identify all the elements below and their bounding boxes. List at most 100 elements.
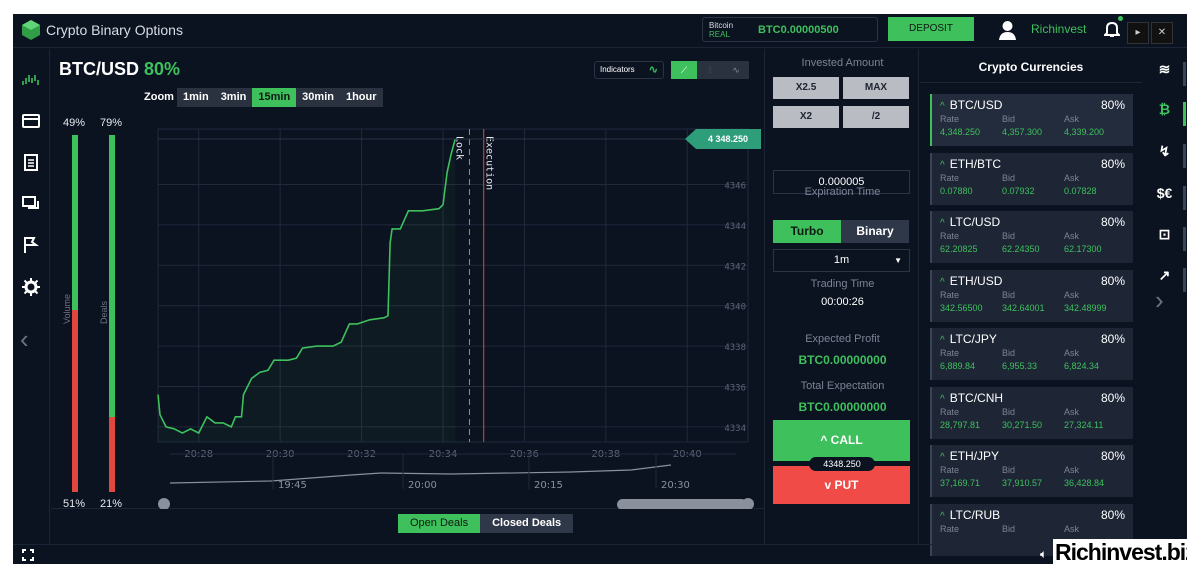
y-tick-label: 4342 [724,262,746,272]
market-card[interactable]: ^ LTC/USD 80% Rate Bid Ask 62.20825 62.24… [930,211,1133,263]
market-card[interactable]: ^ LTC/JPY 80% Rate Bid Ask 6,889.84 6,955… [930,328,1133,380]
rate-value: 28,797.81 [940,419,981,430]
trading-time-label: Trading Time [810,278,875,290]
layers-icon[interactable]: ≋ [1142,61,1187,78]
multiply-2-button[interactable]: X2 [773,106,839,128]
chart-area: BTC/USD 80% Indicators ∿ ⟋ ⫶ ∿ Zoom 1min 3… [51,49,764,510]
speaker-icon[interactable]: 🔈︎ [1040,547,1047,562]
rate-header: Rate [940,231,960,241]
rate-header: Rate [940,348,960,358]
ask-value: 4,339.200 [1064,127,1105,137]
market-name: ^ BTC/CNH [940,390,1004,405]
scroll-left-button[interactable] [158,498,170,509]
currency-icon[interactable]: $€ [1142,185,1187,201]
market-card[interactable]: ^ ETH/USD 80% Rate Bid Ask 342.56500 342.… [930,269,1133,322]
market-card[interactable]: ^ BTC/CNH 80% Rate Bid Ask 28,797.81 30,2… [930,386,1133,439]
bid-header: Bid [1002,172,1016,183]
bid-value: 342.64001 [1002,302,1045,313]
commodity-icon[interactable]: ⊡ [1142,226,1187,243]
bitcoin-icon[interactable]: ₿ [1142,101,1187,117]
chat-icon[interactable] [21,194,41,214]
market-card[interactable]: ^ ETH/JPY 80% Rate Bid Ask 37,169.71 37,9… [930,445,1133,497]
bell-icon[interactable] [1104,20,1120,38]
price-chart[interactable]: 433443364338434043424344434620:28 20:30 20… [51,49,764,509]
clipboard-icon[interactable] [21,152,41,172]
user-icon[interactable] [999,20,1016,40]
scroll-indicator [1183,186,1186,210]
bid-value: 6,955.33 [1002,361,1038,371]
navigator-label: 20:00 [408,480,437,491]
chevron-up-icon: ^ [940,452,945,463]
logo-icon [22,20,40,40]
market-card[interactable]: ^ BTC/USD 80% Rate Bid Ask 4,348.250 4,35… [930,94,1133,146]
ask-value: 62.17300 [1064,244,1102,254]
balance-currency: Bitcoin [709,21,734,30]
chevron-right-icon[interactable]: › [1155,285,1164,316]
play-icon[interactable]: ▸ [1127,22,1149,44]
fullscreen-icon[interactable] [22,549,34,561]
market-name: ^ LTC/USD [940,215,1001,229]
balance-box[interactable]: Bitcoin REAL BTC0.00000500 [702,17,878,42]
y-tick-label: 4340 [724,303,746,313]
rate-value: 4,348.250 [940,127,981,137]
bid-header: Bid [1002,348,1016,358]
close-icon[interactable]: ✕ [1151,22,1173,44]
navigator-scrollbar[interactable] [617,499,747,509]
execution-label: Execution [484,136,495,190]
expected-profit-label: Expected Profit [805,333,880,345]
trading-time-value: 00:00:26 [821,296,864,308]
max-button[interactable]: MAX [843,77,909,99]
rate-header: Rate [940,465,960,475]
wallet-icon[interactable] [21,111,41,131]
bid-value: 30,271.50 [1002,419,1043,430]
binary-tab[interactable]: Binary [841,220,909,243]
put-button[interactable]: v PUT [773,466,910,504]
chevron-left-icon[interactable]: ‹ [20,324,29,355]
multiply-2.5-button[interactable]: X2.5 [773,77,839,99]
trade-panel: Invested Amount X2.5 MAX X2 /2 0.000005 … [764,49,919,544]
expected-profit-value: BTC0.00000000 [798,353,887,367]
divide-2-button[interactable]: /2 [843,106,909,128]
balance-account-label: Bitcoin REAL [709,21,733,39]
market-payout: 80% [1100,215,1125,229]
bid-value: 0.07932 [1002,185,1035,196]
expiry-select[interactable]: 1m ▼ [773,249,910,272]
current-price-pill: 4348.250 [809,457,875,471]
bid-header: Bid [1002,289,1016,300]
ask-header: Ask [1064,465,1080,475]
username[interactable]: Richinvest [1031,22,1086,36]
balance-mode: REAL [709,30,730,39]
flag-icon[interactable] [21,235,41,255]
rate-header: Rate [940,114,960,124]
market-payout: 80% [1100,332,1125,346]
stocks-icon[interactable]: ↗ [1142,267,1187,284]
trading-chart-icon[interactable] [21,71,41,91]
divider [920,82,1142,83]
watermark: Richinvest.biz [1053,539,1187,564]
notification-dot [1118,16,1123,21]
ask-header: Ask [1064,231,1080,241]
chevron-up-icon: ^ [940,393,945,405]
bid-header: Bid [1002,114,1016,124]
gear-icon[interactable] [21,277,41,297]
markets-panel: Crypto Currencies ^ BTC/USD 80% Rate Bid … [920,49,1142,556]
chevron-up-icon: ^ [940,276,945,288]
bid-header: Bid [1002,231,1016,241]
market-card[interactable]: ^ ETH/BTC 80% Rate Bid Ask 0.07880 0.0793… [930,152,1133,205]
market-name: ^ BTC/USD [940,98,1003,112]
ask-header: Ask [1064,406,1080,417]
turbo-tab[interactable]: Turbo [773,220,841,243]
scroll-indicator [1183,144,1186,168]
bid-header: Bid [1002,523,1016,534]
ask-value: 6,824.34 [1064,361,1100,371]
rate-value: 0.07880 [940,185,973,196]
chart-icon[interactable]: ↯ [1142,143,1187,160]
rate-value: 37,169.71 [940,478,981,488]
bid-value: 62.24350 [1002,244,1040,254]
tab-open-deals[interactable]: Open Deals [398,514,481,533]
expiration-label: Expiration Time [804,186,881,198]
deposit-button[interactable]: DEPOSIT [888,17,974,41]
tab-closed-deals[interactable]: Closed Deals [480,514,574,533]
balance-value: BTC0.00000500 [758,24,839,36]
call-button[interactable]: ^ CALL [773,420,910,461]
